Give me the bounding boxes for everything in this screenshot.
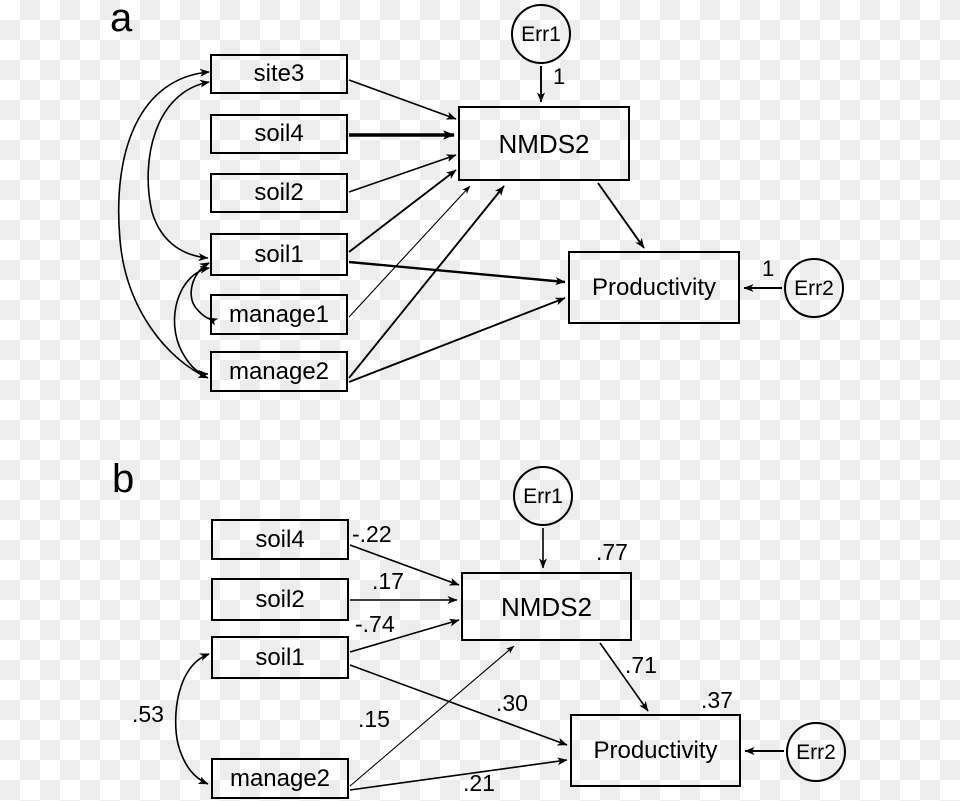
node-b-soil1-label: soil1 <box>255 643 305 671</box>
node-b-nmds2[interactable]: NMDS2 <box>461 572 632 641</box>
label-soil1-productivity: .30 <box>496 690 528 716</box>
node-manage1-label: manage1 <box>228 300 330 328</box>
label-manage2-nmds2: .15 <box>358 706 390 732</box>
node-err1-label: Err1 <box>521 22 561 46</box>
node-b-soil2-label: soil2 <box>255 585 305 613</box>
node-b-err1[interactable]: Err1 <box>513 466 573 526</box>
node-b-err1-label: Err1 <box>523 484 563 508</box>
node-soil4-label: soil4 <box>254 120 304 147</box>
edge-soil1-to-productivity <box>348 260 566 286</box>
node-manage2[interactable]: manage2 <box>210 351 348 392</box>
node-soil2-label: soil2 <box>254 179 304 206</box>
node-b-soil1[interactable]: soil1 <box>211 636 349 679</box>
node-nmds2[interactable]: NMDS2 <box>458 106 630 181</box>
label-soil1-manage2-covariance: .53 <box>132 701 164 727</box>
node-site3[interactable]: site3 <box>210 54 348 94</box>
node-b-soil4-label: soil4 <box>255 525 305 553</box>
node-err2-label: Err2 <box>794 276 834 300</box>
label-soil2-nmds2: .17 <box>372 568 404 594</box>
node-b-productivity[interactable]: Productivity <box>570 714 741 787</box>
sem-path-diagram-figure: a b site3 soil4 soil2 soil1 manage1 mana… <box>0 0 960 801</box>
label-err1-weight: 1 <box>553 64 566 89</box>
node-b-err2[interactable]: Err2 <box>786 722 846 782</box>
label-manage2-productivity: .21 <box>463 770 495 796</box>
label-soil4-nmds2: -.22 <box>352 521 392 547</box>
label-soil1-nmds2: -.74 <box>355 611 395 637</box>
node-b-manage2-label: manage2 <box>229 764 331 792</box>
node-err2[interactable]: Err2 <box>784 258 844 318</box>
node-b-soil4[interactable]: soil4 <box>211 519 349 560</box>
label-productivity-r-squared: .37 <box>701 687 733 713</box>
edge-manage2-to-productivity <box>348 297 566 383</box>
node-soil1[interactable]: soil1 <box>210 233 348 276</box>
edge-site3-to-nmds2 <box>348 79 457 120</box>
covariance-site3-soil1 <box>147 79 210 262</box>
node-b-nmds2-label: NMDS2 <box>500 591 592 622</box>
node-b-soil2[interactable]: soil2 <box>211 578 349 621</box>
node-err1[interactable]: Err1 <box>511 4 571 64</box>
node-manage1[interactable]: manage1 <box>210 294 348 335</box>
edge-soil1-to-productivity <box>349 664 568 746</box>
covariance-site3-manage2 <box>117 68 210 379</box>
label-err2-weight: 1 <box>762 256 775 281</box>
node-productivity-label: Productivity <box>591 273 717 301</box>
label-nmds2-r-squared: .77 <box>596 539 628 565</box>
covariance-soil1-manage2 <box>174 653 210 785</box>
node-manage2-label: manage2 <box>228 357 330 385</box>
node-site3-label: site3 <box>253 60 305 87</box>
node-soil1-label: soil1 <box>254 240 304 268</box>
node-b-productivity-label: Productivity <box>593 736 718 764</box>
node-nmds2-label: NMDS2 <box>498 128 590 159</box>
edge-manage2-to-nmds2 <box>348 185 505 379</box>
node-soil2[interactable]: soil2 <box>210 173 348 213</box>
node-soil4[interactable]: soil4 <box>210 114 348 154</box>
edge-soil1-to-nmds2 <box>348 169 457 253</box>
panel-a-covariance-edges <box>117 68 219 379</box>
node-productivity[interactable]: Productivity <box>568 251 740 324</box>
label-nmds2-productivity: .71 <box>625 652 657 678</box>
panel-b-covariance-edges <box>174 653 210 785</box>
node-b-err2-label: Err2 <box>796 740 836 764</box>
edge-soil2-to-nmds2 <box>348 154 457 193</box>
edge-soil4-to-nmds2 <box>349 544 460 586</box>
edge-manage2-to-productivity <box>349 757 568 791</box>
node-b-manage2[interactable]: manage2 <box>211 758 349 799</box>
edge-nmds2-to-productivity <box>597 182 645 249</box>
